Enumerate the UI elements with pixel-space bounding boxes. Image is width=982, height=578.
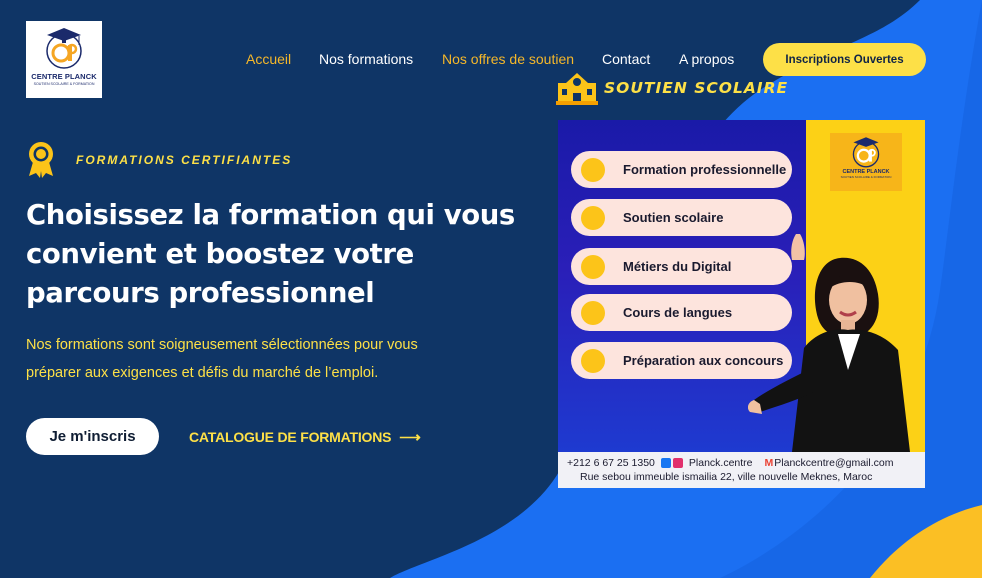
instagram-icon — [672, 458, 683, 468]
nav-item-contact[interactable]: Contact — [602, 51, 650, 67]
soutien-scolaire-title: SOUTIEN SCOLAIRE — [604, 79, 789, 97]
hero-paragraph: Nos formations sont soigneusement sélect… — [26, 337, 418, 381]
facebook-icon — [660, 458, 671, 468]
nav-item-nos-offres-de-soutien[interactable]: Nos offres de soutien — [442, 51, 574, 67]
promo-item-label: Formation professionnelle — [623, 162, 787, 177]
promo-logo: CENTRE PLANCK SOUTIEN SCOLAIRE & FORMATI… — [830, 133, 902, 191]
presenter-woman-illustration — [748, 234, 910, 452]
promo-item-label: Métiers du Digital — [623, 259, 732, 274]
school-building-icon — [556, 73, 598, 105]
arrow-right-icon: ⟶ — [399, 429, 421, 446]
bullet-dot-icon — [581, 205, 605, 230]
gmail-icon: M — [764, 457, 774, 469]
bullet-dot-icon — [581, 348, 605, 373]
hero-headline: Choisissez la formation qui vous convien… — [26, 199, 515, 309]
nav-item-accueil[interactable]: Accueil — [246, 51, 291, 67]
site-logo[interactable]: CENTRE PLANCK SOUTIEN SCOLAIRE & FORMATI… — [26, 21, 102, 98]
award-ribbon-icon — [29, 142, 53, 178]
logo-title: CENTRE PLANCK — [31, 72, 97, 81]
promo-social-handle: Planck.centre — [688, 457, 753, 469]
je-minscris-button[interactable]: Je m'inscris — [26, 418, 159, 455]
promo-item-label: Soutien scolaire — [623, 210, 724, 225]
graduation-monogram-icon — [46, 28, 82, 69]
promo-card[interactable]: CENTRE PLANCK SOUTIEN SCOLAIRE & FORMATI… — [558, 120, 925, 488]
nav-item-nos-formations[interactable]: Nos formations — [319, 51, 413, 67]
promo-item-label: Cours de langues — [623, 305, 733, 320]
promo-logo-subtitle: SOUTIEN SCOLAIRE & FORMATION — [840, 175, 892, 179]
graduation-monogram-icon — [852, 137, 880, 168]
bullet-dot-icon — [581, 254, 605, 279]
bullet-dot-icon — [581, 157, 605, 182]
logo-subtitle: SOUTIEN SCOLAIRE & FORMATION — [33, 82, 95, 86]
promo-address: Rue sebou immeuble ismailia 22, ville no… — [580, 471, 873, 483]
promo-contact-line: +212 6 67 25 1350 Planck.centre M Planck… — [567, 457, 893, 469]
bullet-dot-icon — [581, 300, 605, 325]
promo-contact-footer: +212 6 67 25 1350 Planck.centre M Planck… — [558, 452, 925, 488]
promo-phone: +212 6 67 25 1350 — [567, 457, 655, 469]
eyebrow-label: FORMATIONS CERTIFIANTES — [76, 153, 293, 167]
certification-eyebrow: FORMATIONS CERTIFIANTES — [26, 140, 290, 178]
nav-item-a-propos[interactable]: A propos — [679, 51, 734, 67]
catalogue-link[interactable]: CATALOGUE DE FORMATIONS ⟶ — [189, 428, 421, 446]
promo-email: Planckcentre@gmail.com — [774, 457, 894, 469]
soutien-scolaire-heading: SOUTIEN SCOLAIRE — [556, 71, 788, 105]
promo-list-item: Formation professionnelle — [571, 151, 792, 188]
catalogue-link-label: CATALOGUE DE FORMATIONS — [189, 429, 392, 445]
